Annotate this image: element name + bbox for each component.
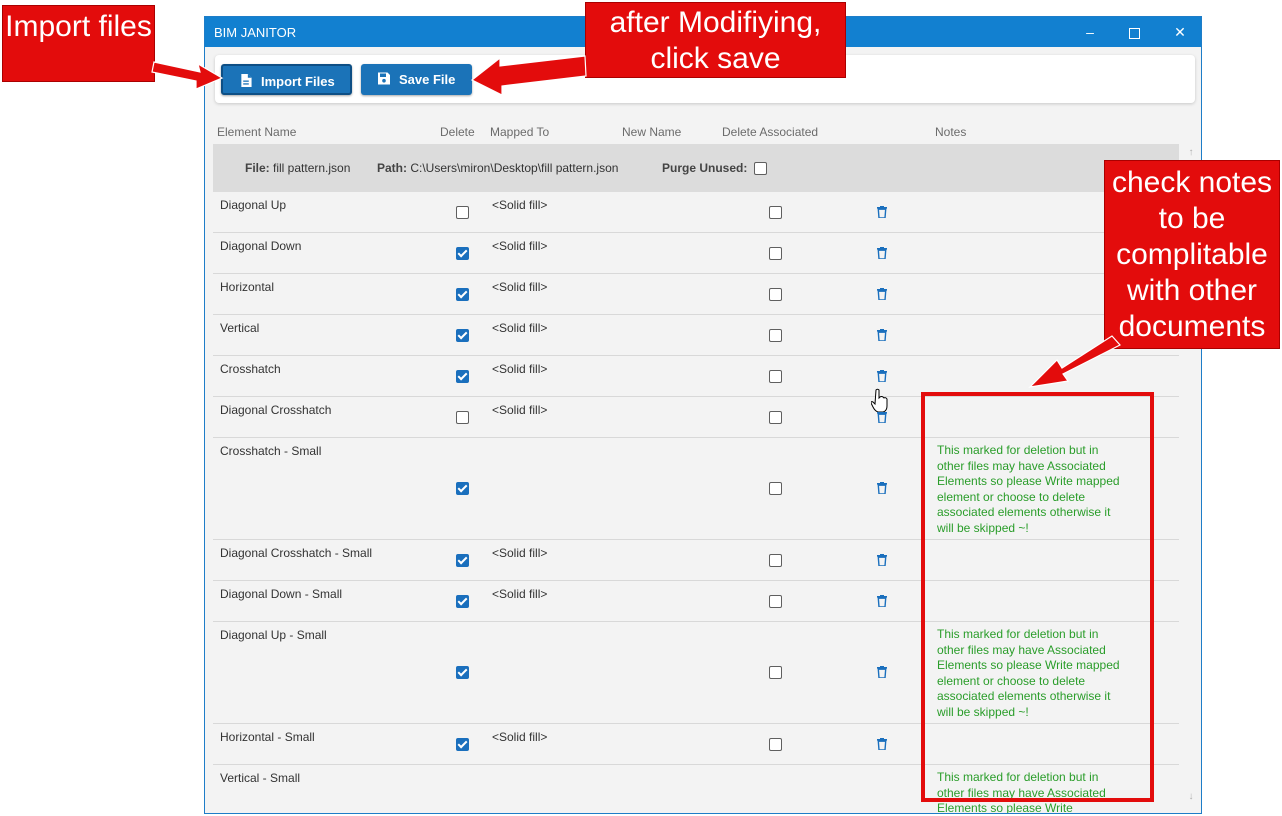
hand-cursor-icon [871,388,888,412]
arrow-to-notes [1028,335,1121,388]
arrow-to-import [151,61,224,90]
arrow-to-save [470,55,587,96]
annotation-arrows [151,55,1121,388]
